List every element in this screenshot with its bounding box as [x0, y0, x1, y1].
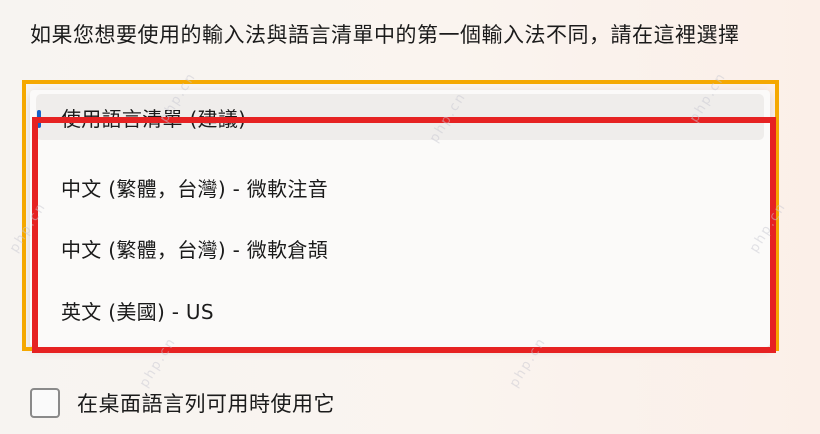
dropdown-option-en-us[interactable]: 英文 (美國) - US [30, 288, 770, 332]
option-label: 使用語言清單 (建議) [61, 106, 247, 131]
dropdown-option-zh-tw-changjie[interactable]: 中文 (繁體，台灣) - 微軟倉頡 [30, 226, 770, 270]
option-label: 英文 (美國) - US [61, 299, 214, 324]
option-label: 中文 (繁體，台灣) - 微軟倉頡 [61, 237, 328, 262]
dropdown-option-zh-tw-bopomofo[interactable]: 中文 (繁體，台灣) - 微軟注音 [30, 165, 770, 209]
desktop-language-bar-checkbox[interactable] [30, 388, 60, 418]
checkbox-label: 在桌面語言列可用時使用它 [77, 392, 335, 416]
instruction-text: 如果您想要使用的輸入法與語言清單中的第一個輸入法不同，請在這裡選擇 [30, 23, 740, 47]
dropdown-option-use-language-list[interactable]: 使用語言清單 (建議) [36, 94, 764, 140]
option-label: 中文 (繁體，台灣) - 微軟注音 [61, 176, 328, 201]
input-method-dropdown-list: 使用語言清單 (建議) 中文 (繁體，台灣) - 微軟注音 中文 (繁體，台灣)… [30, 90, 770, 347]
selected-indicator [37, 110, 41, 128]
desktop-language-bar-option[interactable]: 在桌面語言列可用時使用它 [30, 388, 335, 418]
